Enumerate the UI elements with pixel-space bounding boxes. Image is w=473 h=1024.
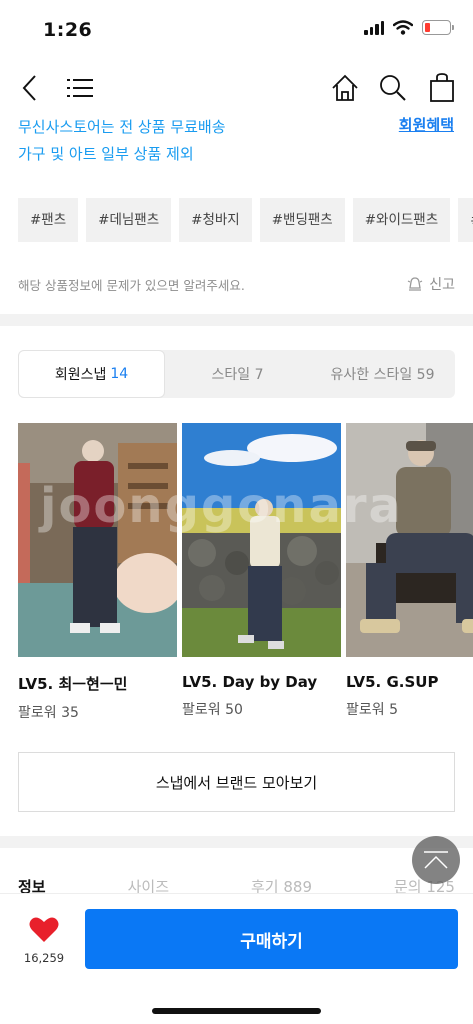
buy-button[interactable]: 구매하기 <box>85 909 458 969</box>
arrow-up-icon <box>424 851 448 869</box>
promo-line-2: 가구 및 아트 일부 상품 제외 <box>18 145 194 163</box>
snap-user-name: LV5. 최ㅡ현ㅡ민 <box>18 675 128 693</box>
section-divider <box>0 836 473 848</box>
tab-label: 스타일 7 <box>211 367 264 383</box>
like-count: 16,259 <box>23 951 65 965</box>
status-icons <box>364 20 454 35</box>
hashtag-item[interactable]: #청바지 <box>179 198 252 242</box>
tab-style[interactable]: 스타일 7 <box>165 350 310 398</box>
home-indicator <box>152 1008 321 1014</box>
hashtag-item[interactable]: #빅 <box>458 198 473 242</box>
snap-brand-collection-button[interactable]: 스냅에서 브랜드 모아보기 <box>18 752 455 812</box>
hashtag-list: #팬츠 #데님팬츠 #청바지 #밴딩팬츠 #와이드팬츠 #빅 <box>18 198 473 242</box>
snap-photo <box>182 423 341 657</box>
wifi-icon <box>393 20 413 35</box>
hashtag-item[interactable]: #팬츠 <box>18 198 79 242</box>
snap-photo <box>346 423 473 657</box>
back-icon[interactable] <box>10 68 50 108</box>
hashtag-item[interactable]: #와이드팬츠 <box>352 198 451 242</box>
status-bar: 1:26 <box>0 0 473 60</box>
top-nav <box>0 68 473 108</box>
promo-text: 무신사스토어는 전 상품 무료배송 가구 및 아트 일부 상품 제외 <box>18 114 226 168</box>
snap-card[interactable]: LV5. 최ㅡ현ㅡ민 팔로워 35 <box>18 423 177 722</box>
tab-label: 유사한 스타일 59 <box>330 367 435 383</box>
snap-user-name: LV5. G.SUP <box>346 673 439 691</box>
signal-icon <box>364 20 384 35</box>
snap-followers: 팔로워 50 <box>182 702 243 718</box>
hashtag-item[interactable]: #데님팬츠 <box>86 198 172 242</box>
search-icon[interactable] <box>373 68 413 108</box>
report-row: 해당 상품정보에 문제가 있으면 알려주세요. 신고 <box>18 272 455 296</box>
tab-member-snap[interactable]: 회원스냅 14 <box>18 350 165 398</box>
tab-similar-style[interactable]: 유사한 스타일 59 <box>310 350 455 398</box>
cart-icon[interactable] <box>422 68 462 108</box>
snap-tabs: 회원스냅 14 스타일 7 유사한 스타일 59 <box>18 350 455 398</box>
report-button[interactable]: 신고 <box>407 274 455 294</box>
snap-followers: 팔로워 35 <box>18 705 79 721</box>
member-benefit-link[interactable]: 회원혜택 <box>399 114 454 137</box>
snap-card[interactable]: LV5. Day by Day 팔로워 50 <box>182 423 341 722</box>
report-message: 해당 상품정보에 문제가 있으면 알려주세요. <box>18 277 245 293</box>
report-label: 신고 <box>429 277 455 293</box>
battery-icon <box>422 20 454 35</box>
promo-line-1: 무신사스토어는 전 상품 무료배송 <box>18 118 226 136</box>
bell-icon <box>407 277 423 291</box>
hashtag-item[interactable]: #밴딩팬츠 <box>259 198 345 242</box>
snap-photo <box>18 423 177 657</box>
heart-icon <box>29 917 59 942</box>
scroll-to-top-button[interactable] <box>412 836 460 884</box>
like-button[interactable]: 16,259 <box>20 916 68 965</box>
bottom-action-bar: 16,259 구매하기 <box>0 893 473 1024</box>
snap-card[interactable]: LV5. G.SUP 팔로워 5 <box>346 423 473 722</box>
snap-photo-list: LV5. 최ㅡ현ㅡ민 팔로워 35 LV5. Day by Day 팔로워 50 <box>18 423 473 722</box>
home-icon[interactable] <box>325 68 365 108</box>
section-divider <box>0 314 473 326</box>
snap-followers: 팔로워 5 <box>346 702 398 718</box>
tab-label: 회원스냅 <box>54 367 107 383</box>
menu-icon[interactable] <box>60 68 100 108</box>
snap-user-name: LV5. Day by Day <box>182 673 318 691</box>
status-time: 1:26 <box>43 19 93 41</box>
tab-count: 14 <box>110 366 129 382</box>
